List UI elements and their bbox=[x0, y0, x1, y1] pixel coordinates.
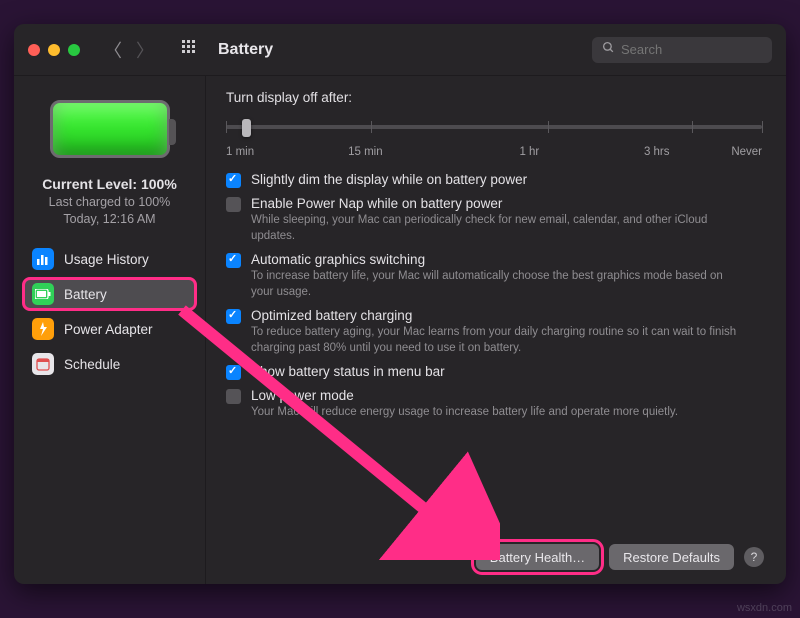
nav-buttons: 〈 〉 bbox=[104, 37, 154, 63]
traffic-lights bbox=[28, 44, 80, 56]
minimize-icon[interactable] bbox=[48, 44, 60, 56]
search-icon bbox=[602, 41, 615, 59]
sidebar-item-label: Power Adapter bbox=[64, 322, 153, 337]
sidebar-item-usage-history[interactable]: Usage History bbox=[24, 244, 195, 274]
opt-title: Show battery status in menu bar bbox=[251, 364, 445, 379]
opt-title: Slightly dim the display while on batter… bbox=[251, 172, 527, 187]
opt-desc: To increase battery life, your Mac will … bbox=[251, 269, 741, 300]
search-input[interactable] bbox=[621, 42, 762, 57]
opt-title: Low power mode bbox=[251, 388, 678, 403]
slider-tick-labels: 1 min 15 min 1 hr 3 hrs Never bbox=[226, 146, 762, 162]
sidebar-item-label: Usage History bbox=[64, 252, 149, 267]
help-button[interactable]: ? bbox=[744, 547, 764, 567]
opt-dim-display: Slightly dim the display while on batter… bbox=[226, 172, 762, 188]
current-level-label: Current Level: 100% bbox=[42, 176, 177, 192]
checkbox-optimized-charging[interactable] bbox=[226, 309, 241, 324]
tick-label: Never bbox=[731, 146, 762, 158]
main-panel: Turn display off after: 1 min 15 min 1 h… bbox=[206, 76, 786, 584]
battery-status: Current Level: 100% Last charged to 100%… bbox=[42, 176, 177, 226]
sidebar-item-label: Battery bbox=[64, 287, 107, 302]
tick-label: 3 hrs bbox=[644, 146, 670, 158]
last-charged-label: Last charged to 100% bbox=[42, 195, 177, 209]
opt-menu-bar-status: Show battery status in menu bar bbox=[226, 364, 762, 380]
sidebar: Current Level: 100% Last charged to 100%… bbox=[14, 76, 206, 584]
checkbox-low-power[interactable] bbox=[226, 389, 241, 404]
sidebar-item-power-adapter[interactable]: Power Adapter bbox=[24, 314, 195, 344]
bars-icon bbox=[32, 248, 54, 270]
battery-icon bbox=[32, 283, 54, 305]
sidebar-nav: Usage History Battery Power Adapter bbox=[24, 244, 195, 384]
opt-power-nap: Enable Power Nap while on battery power … bbox=[226, 196, 762, 244]
opt-graphics-switching: Automatic graphics switching To increase… bbox=[226, 252, 762, 300]
tick-label: 1 hr bbox=[519, 146, 539, 158]
opt-title: Enable Power Nap while on battery power bbox=[251, 196, 741, 211]
opt-title: Automatic graphics switching bbox=[251, 252, 741, 267]
search-field[interactable] bbox=[592, 37, 772, 63]
checkbox-menu-bar-status[interactable] bbox=[226, 365, 241, 380]
grid-icon[interactable] bbox=[182, 40, 198, 59]
forward-button[interactable]: 〉 bbox=[136, 37, 154, 63]
checkbox-graphics-switching[interactable] bbox=[226, 253, 241, 268]
battery-large-icon bbox=[50, 100, 170, 158]
battery-preferences-window: 〈 〉 Battery Current Level: 100% Last cha… bbox=[14, 24, 786, 584]
opt-title: Optimized battery charging bbox=[251, 308, 741, 323]
footer-buttons: Battery Health… Restore Defaults ? bbox=[476, 544, 764, 570]
opt-desc: To reduce battery aging, your Mac learns… bbox=[251, 325, 741, 356]
titlebar: 〈 〉 Battery bbox=[14, 24, 786, 76]
settings-list: Slightly dim the display while on batter… bbox=[226, 172, 762, 421]
opt-optimized-charging: Optimized battery charging To reduce bat… bbox=[226, 308, 762, 356]
tick-label: 15 min bbox=[348, 146, 383, 158]
window-title: Battery bbox=[218, 41, 273, 59]
watermark: wsxdn.com bbox=[737, 602, 792, 614]
sidebar-item-schedule[interactable]: Schedule bbox=[24, 349, 195, 379]
restore-defaults-button[interactable]: Restore Defaults bbox=[609, 544, 734, 570]
opt-desc: Your Mac will reduce energy usage to inc… bbox=[251, 405, 678, 421]
last-charged-time-label: Today, 12:16 AM bbox=[42, 212, 177, 226]
display-off-slider[interactable] bbox=[226, 113, 762, 141]
checkbox-dim-display[interactable] bbox=[226, 173, 241, 188]
sidebar-item-battery[interactable]: Battery bbox=[24, 279, 195, 309]
display-off-label: Turn display off after: bbox=[226, 90, 762, 105]
tick-label: 1 min bbox=[226, 146, 254, 158]
opt-desc: While sleeping, your Mac can periodicall… bbox=[251, 213, 741, 244]
opt-low-power: Low power mode Your Mac will reduce ener… bbox=[226, 388, 762, 421]
calendar-icon bbox=[32, 353, 54, 375]
back-button[interactable]: 〈 bbox=[104, 37, 122, 63]
sidebar-item-label: Schedule bbox=[64, 357, 120, 372]
checkbox-power-nap[interactable] bbox=[226, 197, 241, 212]
fullscreen-icon[interactable] bbox=[68, 44, 80, 56]
close-icon[interactable] bbox=[28, 44, 40, 56]
plug-icon bbox=[32, 318, 54, 340]
slider-thumb[interactable] bbox=[242, 119, 251, 137]
battery-health-button[interactable]: Battery Health… bbox=[476, 544, 599, 570]
